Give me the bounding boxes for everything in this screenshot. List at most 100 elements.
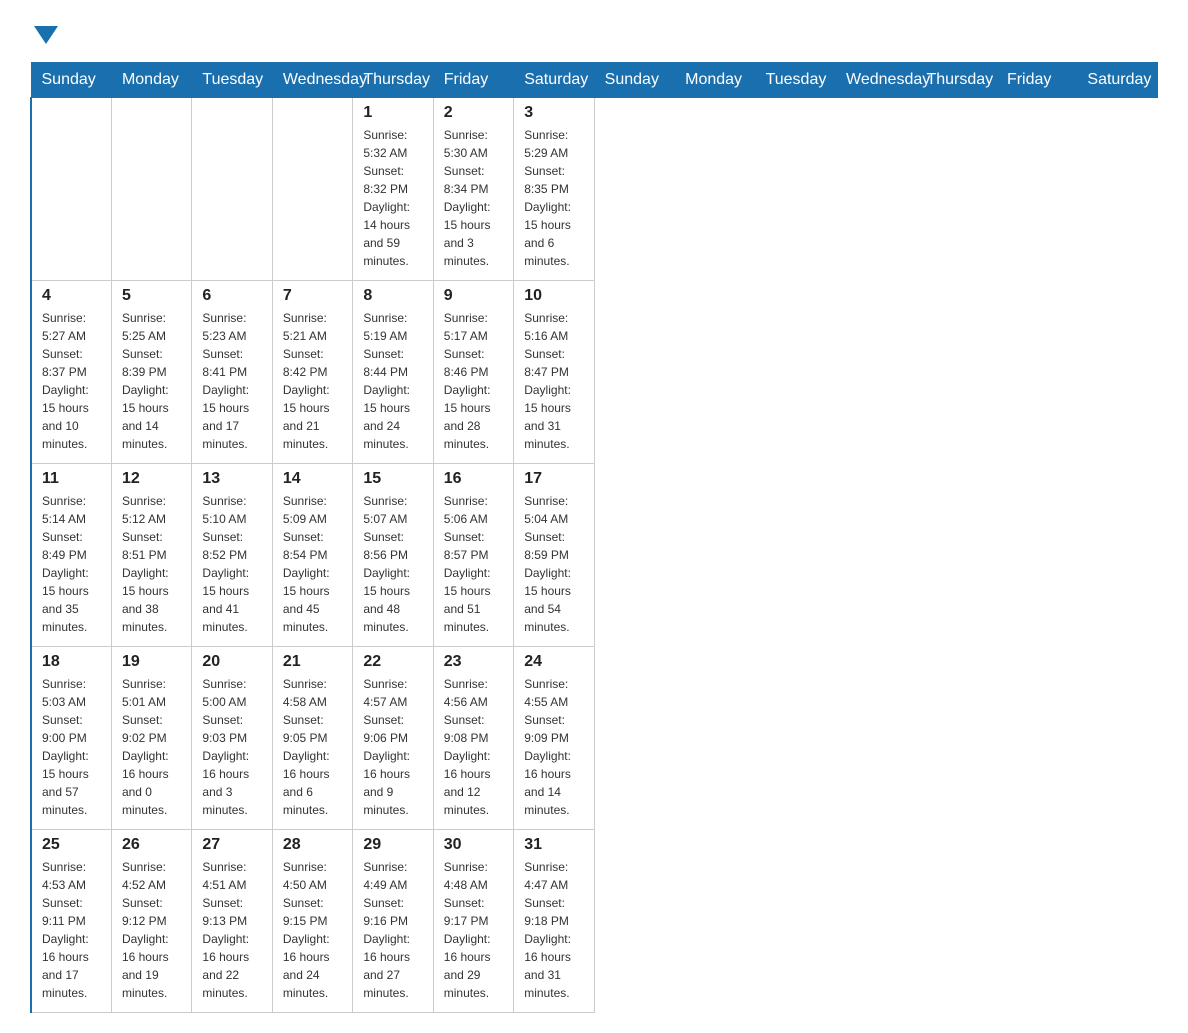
header-friday: Friday xyxy=(433,63,513,98)
day-number: 19 xyxy=(122,653,181,671)
day-info: Sunrise: 4:56 AM Sunset: 9:08 PM Dayligh… xyxy=(444,675,503,819)
day-info: Sunrise: 5:27 AM Sunset: 8:37 PM Dayligh… xyxy=(42,309,101,453)
day-number: 28 xyxy=(283,836,342,854)
day-info: Sunrise: 5:25 AM Sunset: 8:39 PM Dayligh… xyxy=(122,309,181,453)
day-info: Sunrise: 4:48 AM Sunset: 9:17 PM Dayligh… xyxy=(444,858,503,1002)
day-number: 12 xyxy=(122,470,181,488)
day-number: 30 xyxy=(444,836,503,854)
calendar-week-2: 4 Sunrise: 5:27 AM Sunset: 8:37 PM Daylig… xyxy=(31,281,1158,464)
day-number: 26 xyxy=(122,836,181,854)
day-number: 10 xyxy=(524,287,583,305)
day-number: 27 xyxy=(202,836,261,854)
header-tuesday: Tuesday xyxy=(192,63,272,98)
day-number: 29 xyxy=(363,836,422,854)
page-header xyxy=(30,20,1158,46)
calendar-cell: 15Sunrise: 5:07 AM Sunset: 8:56 PM Dayli… xyxy=(353,464,433,647)
day-info: Sunrise: 5:30 AM Sunset: 8:34 PM Dayligh… xyxy=(444,126,503,270)
calendar-cell: 11 Sunrise: 5:14 AM Sunset: 8:49 PM Dayli… xyxy=(31,464,111,647)
day-number: 5 xyxy=(122,287,181,305)
day-info: Sunrise: 5:14 AM Sunset: 8:49 PM Dayligh… xyxy=(42,492,101,636)
calendar-header-row: SundayMondayTuesdayWednesdayThursdayFrid… xyxy=(31,63,1158,98)
header-thursday: Thursday xyxy=(353,63,433,98)
calendar-cell: 28 Sunrise: 4:50 AM Sunset: 9:15 PM Dayli… xyxy=(272,830,352,1013)
calendar-cell: 12 Sunrise: 5:12 AM Sunset: 8:51 PM Dayli… xyxy=(111,464,191,647)
header-monday: Monday xyxy=(675,63,755,98)
day-number: 1 xyxy=(363,104,422,122)
header-wednesday: Wednesday xyxy=(272,63,352,98)
day-info: Sunrise: 4:57 AM Sunset: 9:06 PM Dayligh… xyxy=(363,675,422,819)
header-tuesday: Tuesday xyxy=(755,63,835,98)
calendar-cell: 20 Sunrise: 5:00 AM Sunset: 9:03 PM Dayli… xyxy=(192,647,272,830)
day-number: 4 xyxy=(42,287,101,305)
day-number: 22 xyxy=(363,653,422,671)
day-info: Sunrise: 5:12 AM Sunset: 8:51 PM Dayligh… xyxy=(122,492,181,636)
header-wednesday: Wednesday xyxy=(836,63,916,98)
day-info: Sunrise: 5:09 AM Sunset: 8:54 PM Dayligh… xyxy=(283,492,342,636)
calendar-cell: 7Sunrise: 5:21 AM Sunset: 8:42 PM Daylig… xyxy=(272,281,352,464)
calendar-cell: 24Sunrise: 4:55 AM Sunset: 9:09 PM Dayli… xyxy=(514,647,594,830)
calendar-cell: 30 Sunrise: 4:48 AM Sunset: 9:17 PM Dayli… xyxy=(433,830,513,1013)
day-number: 7 xyxy=(283,287,342,305)
day-number: 2 xyxy=(444,104,503,122)
day-number: 31 xyxy=(524,836,583,854)
calendar-cell xyxy=(272,98,352,281)
header-sunday: Sunday xyxy=(31,63,111,98)
calendar-cell: 4 Sunrise: 5:27 AM Sunset: 8:37 PM Daylig… xyxy=(31,281,111,464)
day-info: Sunrise: 5:23 AM Sunset: 8:41 PM Dayligh… xyxy=(202,309,261,453)
calendar-week-4: 18 Sunrise: 5:03 AM Sunset: 9:00 PM Dayli… xyxy=(31,647,1158,830)
calendar-cell: 1 Sunrise: 5:32 AM Sunset: 8:32 PM Daylig… xyxy=(353,98,433,281)
calendar-cell: 9 Sunrise: 5:17 AM Sunset: 8:46 PM Daylig… xyxy=(433,281,513,464)
calendar-cell: 25Sunrise: 4:53 AM Sunset: 9:11 PM Dayli… xyxy=(31,830,111,1013)
header-saturday: Saturday xyxy=(514,63,594,98)
day-number: 20 xyxy=(202,653,261,671)
day-number: 9 xyxy=(444,287,503,305)
day-number: 11 xyxy=(42,470,101,488)
logo xyxy=(30,20,58,46)
calendar-cell: 22 Sunrise: 4:57 AM Sunset: 9:06 PM Dayli… xyxy=(353,647,433,830)
day-number: 18 xyxy=(42,653,101,671)
day-info: Sunrise: 5:19 AM Sunset: 8:44 PM Dayligh… xyxy=(363,309,422,453)
calendar-week-5: 25Sunrise: 4:53 AM Sunset: 9:11 PM Dayli… xyxy=(31,830,1158,1013)
header-saturday: Saturday xyxy=(1077,63,1158,98)
day-info: Sunrise: 4:58 AM Sunset: 9:05 PM Dayligh… xyxy=(283,675,342,819)
header-monday: Monday xyxy=(111,63,191,98)
day-info: Sunrise: 5:16 AM Sunset: 8:47 PM Dayligh… xyxy=(524,309,583,453)
calendar-cell xyxy=(111,98,191,281)
calendar-cell: 31 Sunrise: 4:47 AM Sunset: 9:18 PM Dayli… xyxy=(514,830,594,1013)
calendar-cell: 6Sunrise: 5:23 AM Sunset: 8:41 PM Daylig… xyxy=(192,281,272,464)
day-info: Sunrise: 5:10 AM Sunset: 8:52 PM Dayligh… xyxy=(202,492,261,636)
calendar-cell: 26Sunrise: 4:52 AM Sunset: 9:12 PM Dayli… xyxy=(111,830,191,1013)
calendar-cell: 5 Sunrise: 5:25 AM Sunset: 8:39 PM Daylig… xyxy=(111,281,191,464)
day-info: Sunrise: 5:00 AM Sunset: 9:03 PM Dayligh… xyxy=(202,675,261,819)
header-friday: Friday xyxy=(996,63,1076,98)
calendar-cell: 27Sunrise: 4:51 AM Sunset: 9:13 PM Dayli… xyxy=(192,830,272,1013)
day-info: Sunrise: 5:04 AM Sunset: 8:59 PM Dayligh… xyxy=(524,492,583,636)
calendar-week-1: 1 Sunrise: 5:32 AM Sunset: 8:32 PM Daylig… xyxy=(31,98,1158,281)
logo-triangle-icon xyxy=(34,26,58,44)
day-info: Sunrise: 4:47 AM Sunset: 9:18 PM Dayligh… xyxy=(524,858,583,1002)
calendar-cell: 18 Sunrise: 5:03 AM Sunset: 9:00 PM Dayli… xyxy=(31,647,111,830)
calendar-cell xyxy=(31,98,111,281)
calendar-cell: 16Sunrise: 5:06 AM Sunset: 8:57 PM Dayli… xyxy=(433,464,513,647)
day-number: 13 xyxy=(202,470,261,488)
calendar-cell: 8Sunrise: 5:19 AM Sunset: 8:44 PM Daylig… xyxy=(353,281,433,464)
calendar-cell: 21 Sunrise: 4:58 AM Sunset: 9:05 PM Dayli… xyxy=(272,647,352,830)
day-number: 17 xyxy=(524,470,583,488)
day-info: Sunrise: 4:50 AM Sunset: 9:15 PM Dayligh… xyxy=(283,858,342,1002)
day-number: 14 xyxy=(283,470,342,488)
day-number: 21 xyxy=(283,653,342,671)
calendar-cell: 14 Sunrise: 5:09 AM Sunset: 8:54 PM Dayli… xyxy=(272,464,352,647)
day-number: 24 xyxy=(524,653,583,671)
day-info: Sunrise: 5:03 AM Sunset: 9:00 PM Dayligh… xyxy=(42,675,101,819)
calendar-table: SundayMondayTuesdayWednesdayThursdayFrid… xyxy=(30,62,1158,1013)
calendar-cell: 3Sunrise: 5:29 AM Sunset: 8:35 PM Daylig… xyxy=(514,98,594,281)
header-thursday: Thursday xyxy=(916,63,996,98)
calendar-cell: 13 Sunrise: 5:10 AM Sunset: 8:52 PM Dayli… xyxy=(192,464,272,647)
day-info: Sunrise: 5:32 AM Sunset: 8:32 PM Dayligh… xyxy=(363,126,422,270)
day-info: Sunrise: 5:29 AM Sunset: 8:35 PM Dayligh… xyxy=(524,126,583,270)
calendar-cell: 10 Sunrise: 5:16 AM Sunset: 8:47 PM Dayli… xyxy=(514,281,594,464)
day-info: Sunrise: 4:49 AM Sunset: 9:16 PM Dayligh… xyxy=(363,858,422,1002)
day-info: Sunrise: 5:01 AM Sunset: 9:02 PM Dayligh… xyxy=(122,675,181,819)
day-info: Sunrise: 5:17 AM Sunset: 8:46 PM Dayligh… xyxy=(444,309,503,453)
header-sunday: Sunday xyxy=(594,63,674,98)
